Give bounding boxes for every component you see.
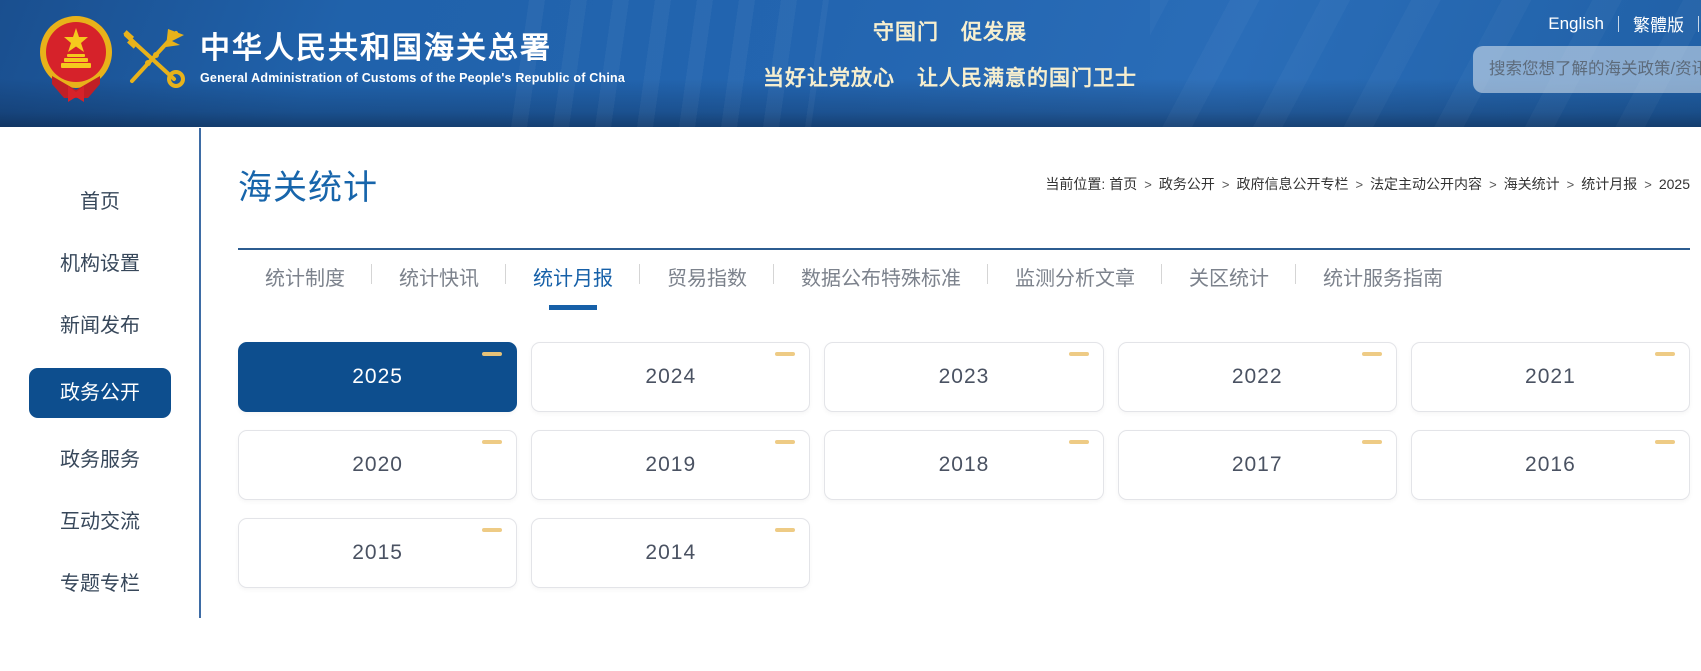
title-section: 海关统计 当前位置:首页 > 政务公开 > 政府信息公开专栏 > 法定主动公开内容 > 海关统计… <box>238 128 1690 250</box>
card-dash-icon <box>775 528 795 532</box>
sidebar-item[interactable]: 政务服务 <box>60 448 140 472</box>
language-links: English 繁體版 <box>1534 11 1699 36</box>
card-dash-icon <box>482 352 502 356</box>
national-emblem-icon <box>38 14 114 102</box>
year-card[interactable]: 2016 <box>1411 430 1690 500</box>
tab-item[interactable]: 统计服务指南 <box>1296 250 1470 310</box>
site-header: 中华人民共和国海关总署 General Administration of Cu… <box>0 0 1701 127</box>
card-dash-icon <box>1069 440 1089 444</box>
sidebar-item[interactable]: 新闻发布 <box>60 314 140 338</box>
search-input[interactable] <box>1473 46 1701 93</box>
card-dash-icon <box>1362 440 1382 444</box>
year-label: 2016 <box>1525 453 1576 477</box>
year-card[interactable]: 2014 <box>531 518 810 588</box>
language-link[interactable]: 繁體版 <box>1619 11 1698 36</box>
language-link[interactable]: English <box>1534 14 1618 34</box>
year-card[interactable]: 2022 <box>1118 342 1397 412</box>
tab-item[interactable]: 贸易指数 <box>640 250 774 310</box>
breadcrumb-item[interactable]: 统计月报 <box>1581 176 1637 192</box>
year-card[interactable]: 2018 <box>824 430 1103 500</box>
tab-item[interactable]: 统计快讯 <box>372 250 506 310</box>
year-label: 2024 <box>645 365 696 389</box>
card-dash-icon <box>1362 352 1382 356</box>
slogan-line-1: 守国门 促发展 <box>690 16 1210 46</box>
breadcrumb-label: 当前位置: <box>1045 176 1105 192</box>
year-label: 2022 <box>1232 365 1283 389</box>
sidebar-item[interactable]: 机构设置 <box>60 252 140 276</box>
breadcrumb-separator: > <box>1355 177 1363 192</box>
slogan-line-2: 当好让党放心 让人民满意的国门卫士 <box>690 62 1210 92</box>
sidebar-divider <box>199 128 201 618</box>
year-label: 2018 <box>939 453 990 477</box>
year-card[interactable]: 2024 <box>531 342 810 412</box>
year-card[interactable]: 2019 <box>531 430 810 500</box>
breadcrumb-separator: > <box>1567 177 1575 192</box>
main-content: 海关统计 当前位置:首页 > 政务公开 > 政府信息公开专栏 > 法定主动公开内容 > 海关统计… <box>238 128 1690 588</box>
tab-item[interactable]: 统计制度 <box>238 250 372 310</box>
year-card[interactable]: 2020 <box>238 430 517 500</box>
card-dash-icon <box>775 440 795 444</box>
language-separator <box>1698 16 1699 32</box>
tab-item[interactable]: 监测分析文章 <box>988 250 1162 310</box>
breadcrumb-separator: > <box>1644 177 1652 192</box>
year-label: 2021 <box>1525 365 1576 389</box>
customs-key-icon <box>118 25 188 91</box>
page-title: 海关统计 <box>238 160 378 209</box>
card-dash-icon <box>775 352 795 356</box>
breadcrumb-item[interactable]: 2025 <box>1659 176 1690 192</box>
breadcrumb-item[interactable]: 政府信息公开专栏 <box>1236 176 1348 192</box>
breadcrumb-separator: > <box>1222 177 1230 192</box>
card-dash-icon <box>482 528 502 532</box>
breadcrumb-item[interactable]: 政务公开 <box>1159 176 1215 192</box>
year-label: 2020 <box>352 453 403 477</box>
sidebar-item[interactable]: 首页 <box>80 190 120 214</box>
site-title-block: 中华人民共和国海关总署 General Administration of Cu… <box>200 32 625 85</box>
breadcrumb-item[interactable]: 法定主动公开内容 <box>1370 176 1482 192</box>
year-label: 2017 <box>1232 453 1283 477</box>
sidebar-nav: 首页 机构设置 新闻发布 政务公开 政务服务 互动交流 专题专栏 <box>0 128 200 634</box>
sidebar-item[interactable]: 专题专栏 <box>60 572 140 596</box>
card-dash-icon <box>1655 440 1675 444</box>
year-label: 2014 <box>645 541 696 565</box>
breadcrumb-items: 首页 > 政务公开 > 政府信息公开专栏 > 法定主动公开内容 > 海关统计 > 统计月报 >2025 <box>1109 176 1690 192</box>
year-card[interactable]: 2021 <box>1411 342 1690 412</box>
year-label: 2025 <box>352 365 403 389</box>
year-card[interactable]: 2015 <box>238 518 517 588</box>
breadcrumb-item[interactable]: 首页 <box>1109 176 1137 192</box>
tab-item[interactable]: 关区统计 <box>1162 250 1296 310</box>
page: 中华人民共和国海关总署 General Administration of Cu… <box>0 0 1701 671</box>
year-grid: 2025 2024 2023 2022 <box>238 342 1690 588</box>
sidebar-item[interactable]: 互动交流 <box>60 510 140 534</box>
site-title: 中华人民共和国海关总署 <box>200 32 625 65</box>
tab-item[interactable]: 统计月报 <box>506 250 640 310</box>
card-dash-icon <box>1655 352 1675 356</box>
year-label: 2015 <box>352 541 403 565</box>
year-label: 2019 <box>645 453 696 477</box>
breadcrumb-separator: > <box>1489 177 1497 192</box>
year-card[interactable]: 2025 <box>238 342 517 412</box>
year-card[interactable]: 2017 <box>1118 430 1397 500</box>
breadcrumb: 当前位置:首页 > 政务公开 > 政府信息公开专栏 > 法定主动公开内容 > 海关统计 > 统计月报… <box>1045 174 1690 194</box>
tab-item[interactable]: 数据公布特殊标准 <box>774 250 988 310</box>
site-brand: 中华人民共和国海关总署 General Administration of Cu… <box>38 14 625 102</box>
statistics-tabs: 统计制度 统计快讯 统计月报 贸易指数 数据公布特殊标准 监测分析文章 关区统计… <box>238 250 1690 322</box>
year-card[interactable]: 2023 <box>824 342 1103 412</box>
site-title-english: General Administration of Customs of the… <box>200 71 625 85</box>
header-slogans: 守国门 促发展 当好让党放心 让人民满意的国门卫士 <box>690 16 1210 92</box>
card-dash-icon <box>482 440 502 444</box>
breadcrumb-item[interactable]: 海关统计 <box>1504 176 1560 192</box>
card-dash-icon <box>1069 352 1089 356</box>
sidebar-item[interactable]: 政务公开 <box>29 368 171 418</box>
year-label: 2023 <box>939 365 990 389</box>
breadcrumb-separator: > <box>1144 177 1152 192</box>
